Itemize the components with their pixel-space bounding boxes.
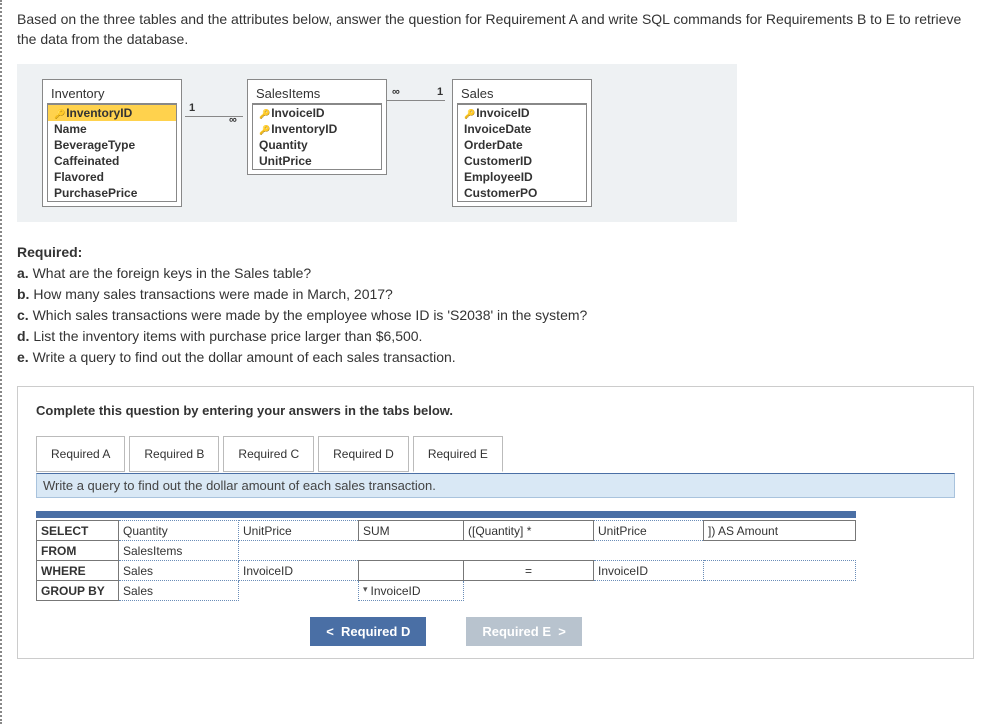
card-right-1: 1 xyxy=(437,86,443,98)
intro-text: Based on the three tables and the attrib… xyxy=(17,10,974,49)
sql-row-groupby: GROUP BY Sales InvoiceID xyxy=(37,581,856,601)
where-table[interactable]: Sales xyxy=(119,561,239,581)
where-extra[interactable] xyxy=(704,561,856,581)
req-tag: d. xyxy=(17,328,29,344)
sql-row-select: SELECT Quantity UnitPrice SUM ([Quantity… xyxy=(37,521,856,541)
from-table[interactable]: SalesItems xyxy=(119,541,239,561)
required-label: Required: xyxy=(17,242,974,263)
entity-salesitems: SalesItems 🔑InvoiceID 🔑InventoryID Quant… xyxy=(247,79,387,175)
where-op: = xyxy=(464,561,594,581)
attr: InvoiceID xyxy=(476,106,529,120)
tab-required-e[interactable]: Required E xyxy=(413,436,503,472)
next-button[interactable]: Required E > xyxy=(466,617,581,646)
req-tag: b. xyxy=(17,286,29,302)
entity-sales: Sales 🔑InvoiceID InvoiceDate OrderDate C… xyxy=(452,79,592,207)
where-col[interactable]: InvoiceID xyxy=(239,561,359,581)
req-text: Write a query to find out the dollar amo… xyxy=(33,349,456,365)
attr: PurchasePrice xyxy=(48,185,176,201)
tabs: Required A Required B Required C Require… xyxy=(36,436,961,472)
sql-row-where: WHERE Sales InvoiceID = InvoiceID xyxy=(37,561,856,581)
tab-required-a[interactable]: Required A xyxy=(36,436,125,472)
req-text: List the inventory items with purchase p… xyxy=(33,328,422,344)
entity-inventory: Inventory 🔑InventoryID Name BeverageType… xyxy=(42,79,182,207)
kw-from: FROM xyxy=(37,541,119,561)
attr: BeverageType xyxy=(48,137,176,153)
sql-row-from: FROM SalesItems xyxy=(37,541,856,561)
erd-diagram: 1 ∞ ∞ 1 Inventory 🔑InventoryID Name Beve… xyxy=(17,64,737,222)
groupby-col-dropdown[interactable]: InvoiceID xyxy=(359,581,464,601)
entity-header: Sales xyxy=(457,84,587,104)
attr: OrderDate xyxy=(458,137,586,153)
attr: Name xyxy=(48,121,176,137)
entity-header: SalesItems xyxy=(252,84,382,104)
attr: EmployeeID xyxy=(458,169,586,185)
select-expr-col[interactable]: UnitPrice xyxy=(594,521,704,541)
kw-where: WHERE xyxy=(37,561,119,581)
attr: Flavored xyxy=(48,169,176,185)
select-expr-left: ([Quantity] * xyxy=(464,521,594,541)
select-col2[interactable]: UnitPrice xyxy=(239,521,359,541)
instruction: Complete this question by entering your … xyxy=(36,403,961,418)
tab-required-c[interactable]: Required C xyxy=(223,436,314,472)
attr: CustomerPO xyxy=(458,185,586,201)
card-right-many: ∞ xyxy=(392,86,400,98)
tab-required-b[interactable]: Required B xyxy=(129,436,219,472)
req-text: What are the foreign keys in the Sales t… xyxy=(33,265,312,281)
requirements: Required: a. What are the foreign keys i… xyxy=(17,242,974,368)
sql-builder: SELECT Quantity UnitPrice SUM ([Quantity… xyxy=(36,511,856,646)
select-agg: SUM xyxy=(359,521,464,541)
where-blank xyxy=(359,561,464,581)
req-tag: c. xyxy=(17,307,29,323)
answer-panel: Complete this question by entering your … xyxy=(17,386,974,659)
groupby-table[interactable]: Sales xyxy=(119,581,239,601)
next-label: Required E xyxy=(482,624,551,639)
entity-header: Inventory xyxy=(47,84,177,104)
tab-prompt: Write a query to find out the dollar amo… xyxy=(36,473,955,498)
req-tag: e. xyxy=(17,349,29,365)
attr: Quantity xyxy=(253,137,381,153)
attr: InvoiceID xyxy=(271,106,324,120)
attr: InvoiceDate xyxy=(458,121,586,137)
chevron-right-icon: > xyxy=(558,624,566,639)
kw-select: SELECT xyxy=(37,521,119,541)
select-alias: ]) AS Amount xyxy=(704,521,856,541)
prev-button[interactable]: < Required D xyxy=(310,617,426,646)
attr: Caffeinated xyxy=(48,153,176,169)
nav-row: < Required D Required E > xyxy=(36,617,856,646)
tab-required-d[interactable]: Required D xyxy=(318,436,409,472)
attr: UnitPrice xyxy=(253,153,381,169)
prev-label: Required D xyxy=(341,624,410,639)
req-text: Which sales transactions were made by th… xyxy=(33,307,588,323)
select-col1[interactable]: Quantity xyxy=(119,521,239,541)
card-left-many: ∞ xyxy=(229,114,237,126)
kw-groupby: GROUP BY xyxy=(37,581,119,601)
req-text: How many sales transactions were made in… xyxy=(33,286,393,302)
req-tag: a. xyxy=(17,265,29,281)
attr: InventoryID xyxy=(271,122,337,136)
where-col2[interactable]: InvoiceID xyxy=(594,561,704,581)
chevron-left-icon: < xyxy=(326,624,334,639)
attr: InventoryID xyxy=(66,106,132,120)
attr: CustomerID xyxy=(458,153,586,169)
card-left-1: 1 xyxy=(189,102,195,114)
